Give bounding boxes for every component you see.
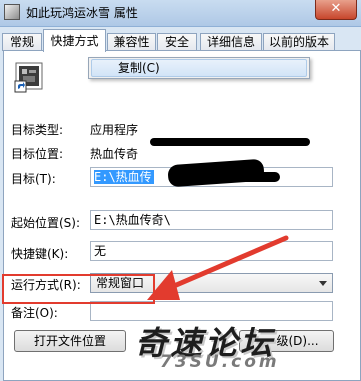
redaction-mark xyxy=(150,138,310,146)
redaction-mark xyxy=(210,172,280,182)
tab-previous-versions[interactable]: 以前的版本 xyxy=(263,33,335,51)
tab-strip: 常规 快捷方式 兼容性 安全 详细信息 以前的版本 xyxy=(0,27,361,52)
open-file-location-button[interactable]: 打开文件位置 xyxy=(14,330,126,352)
tab-details[interactable]: 详细信息 xyxy=(200,33,262,51)
start-in-field[interactable]: E:\热血传奇\ xyxy=(90,210,333,230)
target-label: 目标(T): xyxy=(11,172,56,186)
comment-label: 备注(O): xyxy=(11,306,58,320)
start-in-label: 起始位置(S): xyxy=(11,216,81,230)
shortcut-app-icon xyxy=(14,62,43,93)
target-value-selection: E:\热血传 xyxy=(94,170,154,184)
context-menu: 复制(C) xyxy=(88,57,310,79)
target-type-value: 应用程序 xyxy=(90,123,139,137)
window-title: 如此玩鸿运冰雪 属性 xyxy=(26,6,138,20)
close-button[interactable]: ✕ xyxy=(315,0,357,20)
window-app-icon xyxy=(4,4,20,20)
title-bar: 如此玩鸿运冰雪 属性 ✕ xyxy=(0,0,361,27)
tab-security[interactable]: 安全 xyxy=(157,33,197,51)
target-location-value: 热血传奇 xyxy=(90,147,139,161)
tab-compatibility[interactable]: 兼容性 xyxy=(107,33,156,51)
chevron-down-icon xyxy=(319,281,327,286)
target-type-label: 目标类型: xyxy=(11,123,64,137)
shortcut-key-label: 快捷键(K): xyxy=(11,247,69,261)
annotation-highlight-box xyxy=(2,274,155,304)
properties-dialog: 如此玩鸿运冰雪 属性 ✕ 常规 快捷方式 兼容性 安全 详细信息 以前的版本 目… xyxy=(0,0,361,381)
shortcut-key-field[interactable]: 无 xyxy=(90,241,333,261)
tab-shortcut[interactable]: 快捷方式 xyxy=(43,29,106,52)
watermark-url: 73SU.com xyxy=(160,352,280,372)
context-menu-item-copy[interactable]: 复制(C) xyxy=(91,59,307,77)
tab-general[interactable]: 常规 xyxy=(2,33,42,51)
target-location-label: 目标位置: xyxy=(11,147,64,161)
